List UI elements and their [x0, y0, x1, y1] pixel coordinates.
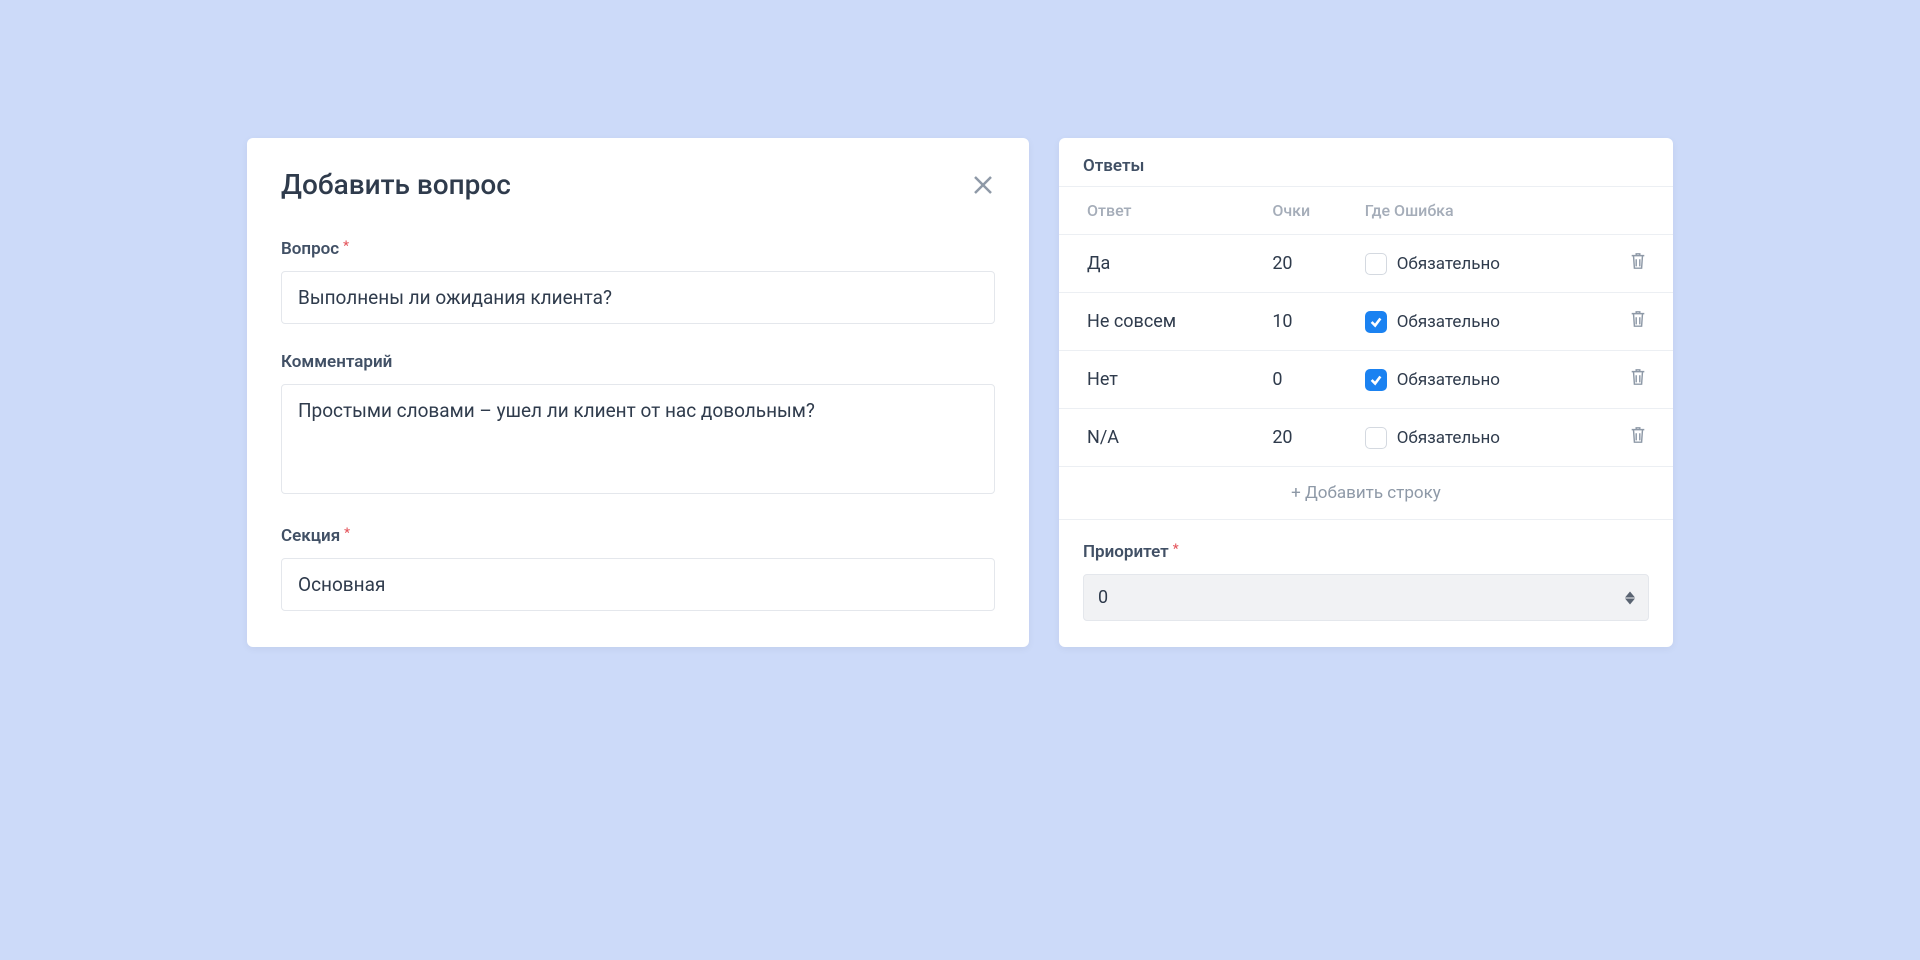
col-answer: Ответ [1059, 187, 1262, 235]
table-row: Не совсем10 Обязательно [1059, 293, 1673, 351]
col-actions [1603, 187, 1673, 235]
required-label: Обязательно [1397, 312, 1500, 332]
required-checkbox[interactable] [1365, 427, 1387, 449]
section-label: Секция [281, 526, 995, 546]
answers-title: Ответы [1059, 156, 1673, 186]
answer-cell[interactable]: Нет [1059, 351, 1262, 409]
table-row: N/A20 Обязательно [1059, 409, 1673, 467]
answer-cell[interactable]: N/A [1059, 409, 1262, 467]
question-label: Вопрос [281, 239, 995, 259]
stepper-icon[interactable] [1625, 591, 1635, 604]
table-row: Нет0 Обязательно [1059, 351, 1673, 409]
col-points: Очки [1262, 187, 1354, 235]
required-label: Обязательно [1397, 254, 1500, 274]
points-cell[interactable]: 0 [1262, 351, 1354, 409]
add-row-button[interactable]: + Добавить строку [1059, 467, 1673, 520]
table-row: Да20 Обязательно [1059, 235, 1673, 293]
answer-cell[interactable]: Да [1059, 235, 1262, 293]
required-checkbox[interactable] [1365, 369, 1387, 391]
points-cell[interactable]: 10 [1262, 293, 1354, 351]
answer-cell[interactable]: Не совсем [1059, 293, 1262, 351]
priority-select[interactable] [1083, 574, 1649, 621]
required-checkbox[interactable] [1365, 311, 1387, 333]
answers-table: Ответ Очки Где Ошибка Да20ОбязательноНе … [1059, 186, 1673, 520]
comment-label: Комментарий [281, 352, 995, 372]
col-error: Где Ошибка [1355, 187, 1603, 235]
required-label: Обязательно [1397, 428, 1500, 448]
close-icon[interactable] [971, 173, 995, 197]
answers-panel: Ответы Ответ Очки Где Ошибка Да20Обязате… [1059, 138, 1673, 647]
section-input[interactable] [281, 558, 995, 611]
trash-icon[interactable] [1629, 367, 1647, 387]
points-cell[interactable]: 20 [1262, 235, 1354, 293]
dialog-title: Добавить вопрос [281, 168, 511, 201]
comment-input[interactable]: Простыми словами – ушел ли клиент от нас… [281, 384, 995, 494]
required-label: Обязательно [1397, 370, 1500, 390]
question-input[interactable] [281, 271, 995, 324]
add-question-panel: Добавить вопрос Вопрос Комментарий Прост… [247, 138, 1029, 647]
trash-icon[interactable] [1629, 425, 1647, 445]
priority-label: Приоритет [1083, 542, 1649, 562]
required-checkbox[interactable] [1365, 253, 1387, 275]
trash-icon[interactable] [1629, 251, 1647, 271]
points-cell[interactable]: 20 [1262, 409, 1354, 467]
trash-icon[interactable] [1629, 309, 1647, 329]
